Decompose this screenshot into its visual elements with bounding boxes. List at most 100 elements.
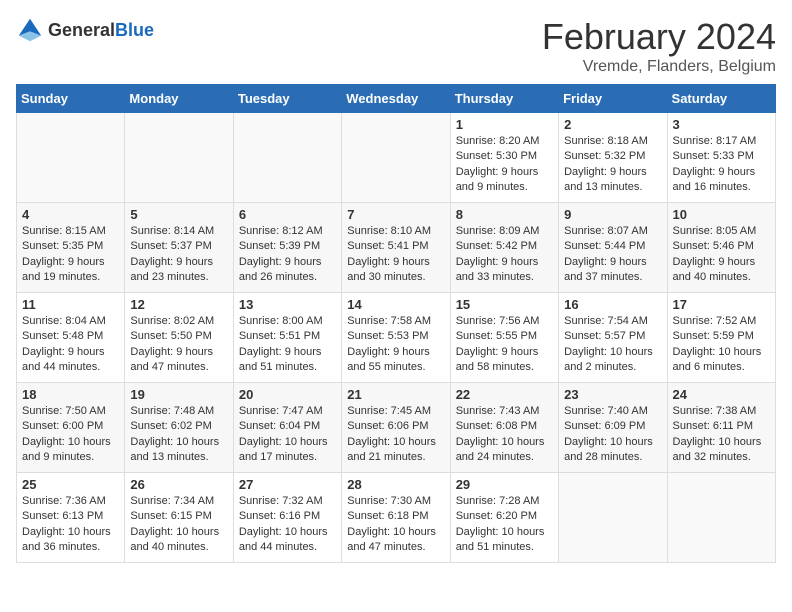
day-info: Sunrise: 7:38 AM Sunset: 6:11 PM Dayligh… (673, 404, 770, 466)
weekday-header-tuesday: Tuesday (233, 85, 341, 113)
calendar-cell (233, 113, 341, 203)
main-title: February 2024 (542, 16, 776, 58)
calendar-cell: 9 Sunrise: 8:07 AM Sunset: 5:44 PM Daylig… (559, 203, 667, 293)
day-info: Sunrise: 8:02 AM Sunset: 5:50 PM Dayligh… (130, 314, 227, 376)
calendar-cell: 18 Sunrise: 7:50 AM Sunset: 6:00 PM Dayli… (17, 383, 125, 473)
day-info: Sunrise: 7:28 AM Sunset: 6:20 PM Dayligh… (456, 494, 553, 556)
calendar-cell (667, 473, 775, 563)
calendar-cell: 13 Sunrise: 8:00 AM Sunset: 5:51 PM Dayli… (233, 293, 341, 383)
day-info: Sunrise: 8:15 AM Sunset: 5:35 PM Dayligh… (22, 224, 119, 286)
calendar-cell: 21Sunrise: 7:45 AM Sunset: 6:06 PM Dayli… (342, 383, 450, 473)
subtitle: Vremde, Flanders, Belgium (542, 58, 776, 76)
calendar-cell: 11 Sunrise: 8:04 AM Sunset: 5:48 PM Dayli… (17, 293, 125, 383)
day-number: 3 (673, 117, 770, 132)
day-info: Sunrise: 7:58 AM Sunset: 5:53 PM Dayligh… (347, 314, 444, 376)
calendar-cell: 26 Sunrise: 7:34 AM Sunset: 6:15 PM Dayli… (125, 473, 233, 563)
calendar-cell: 25 Sunrise: 7:36 AM Sunset: 6:13 PM Dayli… (17, 473, 125, 563)
day-number: 21 (347, 387, 444, 402)
weekday-header-friday: Friday (559, 85, 667, 113)
calendar-cell: 29Sunrise: 7:28 AM Sunset: 6:20 PM Dayli… (450, 473, 558, 563)
calendar-table: SundayMondayTuesdayWednesdayThursdayFrid… (16, 84, 776, 563)
calendar-cell: 17 Sunrise: 7:52 AM Sunset: 5:59 PM Dayli… (667, 293, 775, 383)
day-info: Sunrise: 7:50 AM Sunset: 6:00 PM Dayligh… (22, 404, 119, 466)
calendar-cell: 4 Sunrise: 8:15 AM Sunset: 5:35 PM Daylig… (17, 203, 125, 293)
day-info: Sunrise: 8:04 AM Sunset: 5:48 PM Dayligh… (22, 314, 119, 376)
day-info: Sunrise: 8:17 AM Sunset: 5:33 PM Dayligh… (673, 134, 770, 196)
calendar-cell: 1 Sunrise: 8:20 AM Sunset: 5:30 PM Daylig… (450, 113, 558, 203)
calendar-cell: 15Sunrise: 7:56 AM Sunset: 5:55 PM Dayli… (450, 293, 558, 383)
day-number: 12 (130, 297, 227, 312)
calendar-cell: 8 Sunrise: 8:09 AM Sunset: 5:42 PM Daylig… (450, 203, 558, 293)
calendar-cell: 10Sunrise: 8:05 AM Sunset: 5:46 PM Dayli… (667, 203, 775, 293)
day-number: 22 (456, 387, 553, 402)
week-row-2: 4 Sunrise: 8:15 AM Sunset: 5:35 PM Daylig… (17, 203, 776, 293)
calendar-cell: 16 Sunrise: 7:54 AM Sunset: 5:57 PM Dayli… (559, 293, 667, 383)
calendar-cell: 12 Sunrise: 8:02 AM Sunset: 5:50 PM Dayli… (125, 293, 233, 383)
day-number: 14 (347, 297, 444, 312)
calendar-cell: 6 Sunrise: 8:12 AM Sunset: 5:39 PM Daylig… (233, 203, 341, 293)
day-info: Sunrise: 7:34 AM Sunset: 6:15 PM Dayligh… (130, 494, 227, 556)
weekday-header-sunday: Sunday (17, 85, 125, 113)
day-number: 11 (22, 297, 119, 312)
day-number: 9 (564, 207, 661, 222)
day-info: Sunrise: 7:54 AM Sunset: 5:57 PM Dayligh… (564, 314, 661, 376)
calendar-cell: 27 Sunrise: 7:32 AM Sunset: 6:16 PM Dayli… (233, 473, 341, 563)
weekday-header-monday: Monday (125, 85, 233, 113)
day-number: 28 (347, 477, 444, 492)
day-info: Sunrise: 8:18 AM Sunset: 5:32 PM Dayligh… (564, 134, 661, 196)
calendar-cell: 19 Sunrise: 7:48 AM Sunset: 6:02 PM Dayli… (125, 383, 233, 473)
day-info: Sunrise: 8:09 AM Sunset: 5:42 PM Dayligh… (456, 224, 553, 286)
week-row-4: 18 Sunrise: 7:50 AM Sunset: 6:00 PM Dayli… (17, 383, 776, 473)
day-number: 16 (564, 297, 661, 312)
day-info: Sunrise: 7:52 AM Sunset: 5:59 PM Dayligh… (673, 314, 770, 376)
weekday-header-thursday: Thursday (450, 85, 558, 113)
day-number: 1 (456, 117, 553, 132)
day-number: 10 (673, 207, 770, 222)
day-number: 8 (456, 207, 553, 222)
day-number: 26 (130, 477, 227, 492)
page-header: GeneralBlue February 2024 Vremde, Flande… (16, 16, 776, 76)
calendar-cell (125, 113, 233, 203)
week-row-3: 11 Sunrise: 8:04 AM Sunset: 5:48 PM Dayli… (17, 293, 776, 383)
day-number: 27 (239, 477, 336, 492)
day-number: 24 (673, 387, 770, 402)
calendar-cell: 5Sunrise: 8:14 AM Sunset: 5:37 PM Daylig… (125, 203, 233, 293)
day-number: 20 (239, 387, 336, 402)
day-number: 7 (347, 207, 444, 222)
day-number: 5 (130, 207, 227, 222)
day-number: 19 (130, 387, 227, 402)
title-block: February 2024 Vremde, Flanders, Belgium (542, 16, 776, 76)
day-number: 18 (22, 387, 119, 402)
day-number: 4 (22, 207, 119, 222)
calendar-cell: 20 Sunrise: 7:47 AM Sunset: 6:04 PM Dayli… (233, 383, 341, 473)
day-number: 13 (239, 297, 336, 312)
calendar-cell: 23Sunrise: 7:40 AM Sunset: 6:09 PM Dayli… (559, 383, 667, 473)
calendar-cell: 28Sunrise: 7:30 AM Sunset: 6:18 PM Dayli… (342, 473, 450, 563)
day-info: Sunrise: 7:56 AM Sunset: 5:55 PM Dayligh… (456, 314, 553, 376)
calendar-cell (17, 113, 125, 203)
day-number: 25 (22, 477, 119, 492)
day-info: Sunrise: 8:10 AM Sunset: 5:41 PM Dayligh… (347, 224, 444, 286)
day-info: Sunrise: 8:07 AM Sunset: 5:44 PM Dayligh… (564, 224, 661, 286)
calendar-cell: 22Sunrise: 7:43 AM Sunset: 6:08 PM Dayli… (450, 383, 558, 473)
week-row-5: 25 Sunrise: 7:36 AM Sunset: 6:13 PM Dayli… (17, 473, 776, 563)
calendar-cell (559, 473, 667, 563)
day-info: Sunrise: 7:47 AM Sunset: 6:04 PM Dayligh… (239, 404, 336, 466)
weekday-header-saturday: Saturday (667, 85, 775, 113)
logo: GeneralBlue (16, 16, 154, 44)
day-info: Sunrise: 7:36 AM Sunset: 6:13 PM Dayligh… (22, 494, 119, 556)
calendar-cell: 3 Sunrise: 8:17 AM Sunset: 5:33 PM Daylig… (667, 113, 775, 203)
day-info: Sunrise: 8:00 AM Sunset: 5:51 PM Dayligh… (239, 314, 336, 376)
day-info: Sunrise: 8:20 AM Sunset: 5:30 PM Dayligh… (456, 134, 553, 196)
calendar-cell: 14 Sunrise: 7:58 AM Sunset: 5:53 PM Dayli… (342, 293, 450, 383)
day-number: 17 (673, 297, 770, 312)
weekday-header-row: SundayMondayTuesdayWednesdayThursdayFrid… (17, 85, 776, 113)
logo-general: General (48, 20, 115, 40)
day-number: 23 (564, 387, 661, 402)
day-number: 2 (564, 117, 661, 132)
day-number: 6 (239, 207, 336, 222)
day-info: Sunrise: 8:12 AM Sunset: 5:39 PM Dayligh… (239, 224, 336, 286)
day-info: Sunrise: 7:48 AM Sunset: 6:02 PM Dayligh… (130, 404, 227, 466)
day-info: Sunrise: 7:32 AM Sunset: 6:16 PM Dayligh… (239, 494, 336, 556)
logo-blue: Blue (115, 20, 154, 40)
